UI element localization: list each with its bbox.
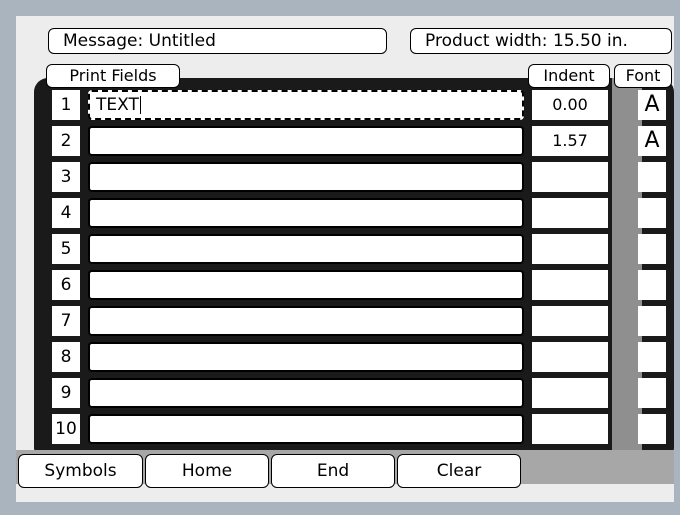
row-number: 4: [52, 198, 80, 228]
row-number: 9: [52, 378, 80, 408]
font-cell[interactable]: [638, 198, 666, 228]
print-field-input[interactable]: [88, 126, 524, 156]
indent-value[interactable]: [532, 198, 608, 228]
row-number: 1: [52, 90, 80, 120]
home-button[interactable]: Home: [145, 454, 269, 488]
product-width-field[interactable]: Product width: 15.50 in.: [410, 28, 672, 54]
font-cell[interactable]: [638, 270, 666, 300]
print-field-input[interactable]: [88, 270, 524, 300]
font-cell[interactable]: [638, 378, 666, 408]
indent-value[interactable]: [532, 414, 608, 444]
print-field-input[interactable]: [88, 378, 524, 408]
font-cell[interactable]: [638, 162, 666, 192]
print-field-input[interactable]: TEXT: [88, 90, 524, 120]
symbols-button[interactable]: Symbols: [18, 454, 143, 488]
text-cursor: [139, 96, 141, 114]
indent-value[interactable]: 0.00: [532, 90, 608, 120]
message-label: Message: Untitled: [63, 31, 216, 51]
editor-screen: Message: Untitled Product width: 15.50 i…: [16, 16, 674, 502]
indent-value[interactable]: [532, 306, 608, 336]
indent-value[interactable]: [532, 162, 608, 192]
indent-value[interactable]: [532, 234, 608, 264]
indent-column-header[interactable]: Indent: [528, 64, 610, 88]
print-field-input[interactable]: [88, 306, 524, 336]
clear-button[interactable]: Clear: [397, 454, 521, 488]
row-number: 6: [52, 270, 80, 300]
print-fields-panel: 1 TEXT 0.00 A 2 1.57 A 3 4 5 6 7 8 9 10: [34, 78, 674, 462]
font-column-header[interactable]: Font: [614, 64, 672, 88]
font-a-icon[interactable]: A: [638, 90, 666, 120]
print-field-input[interactable]: [88, 162, 524, 192]
font-cell[interactable]: [638, 414, 666, 444]
indent-value[interactable]: 1.57: [532, 126, 608, 156]
row-number: 8: [52, 342, 80, 372]
tab-print-fields[interactable]: Print Fields: [46, 64, 180, 88]
indent-value[interactable]: [532, 378, 608, 408]
font-cell[interactable]: [638, 234, 666, 264]
end-button[interactable]: End: [271, 454, 395, 488]
row-number: 10: [52, 414, 80, 444]
print-field-input[interactable]: [88, 342, 524, 372]
product-width-label: Product width: 15.50 in.: [425, 31, 628, 51]
font-cell[interactable]: [638, 342, 666, 372]
indent-value[interactable]: [532, 270, 608, 300]
print-field-input[interactable]: [88, 234, 524, 264]
print-field-input[interactable]: [88, 198, 524, 228]
font-a-icon[interactable]: A: [638, 126, 666, 156]
row-number: 5: [52, 234, 80, 264]
indent-value[interactable]: [532, 342, 608, 372]
row-number: 7: [52, 306, 80, 336]
message-name-field[interactable]: Message: Untitled: [48, 28, 387, 54]
row-number: 2: [52, 126, 80, 156]
print-field-input[interactable]: [88, 414, 524, 444]
row-number: 3: [52, 162, 80, 192]
font-cell[interactable]: [638, 306, 666, 336]
